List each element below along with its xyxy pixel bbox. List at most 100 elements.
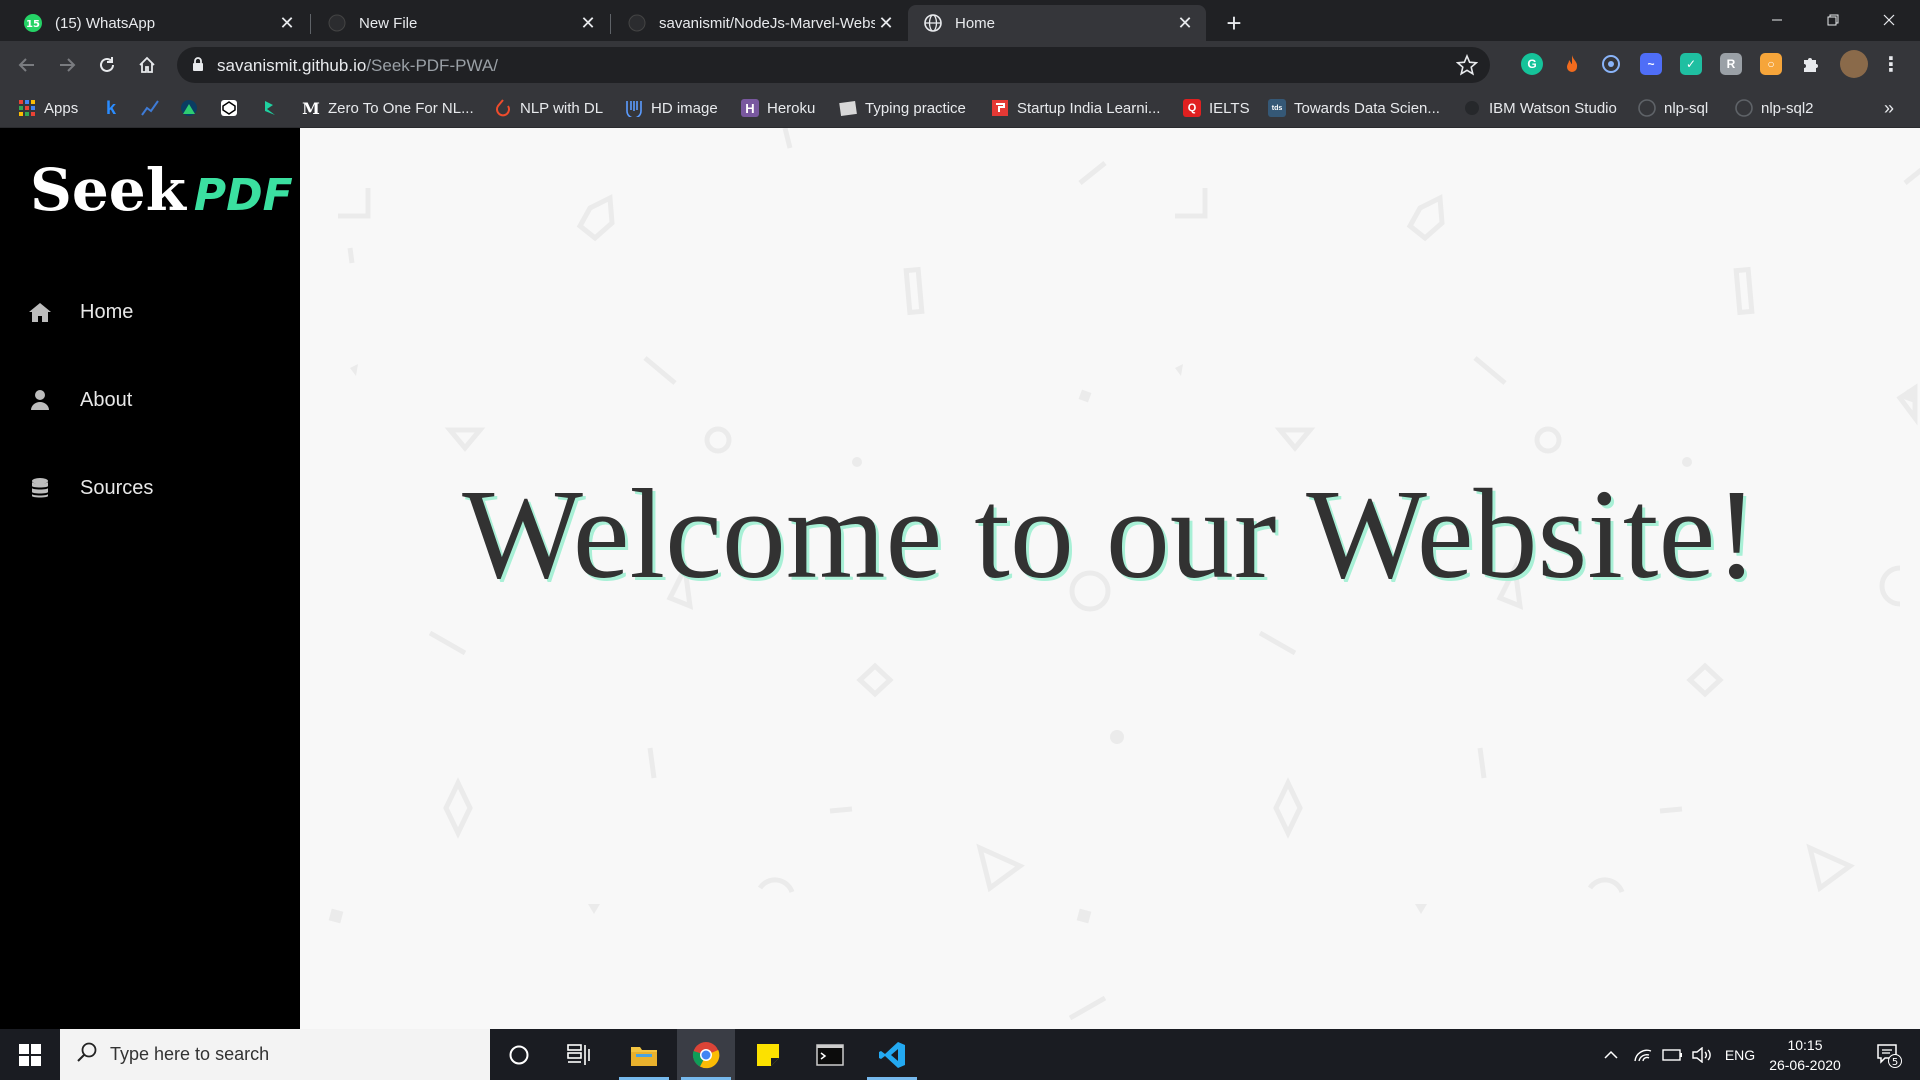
close-icon[interactable]: ✕ xyxy=(875,12,897,34)
logo-word: Seek xyxy=(30,156,186,224)
vscode-button[interactable] xyxy=(863,1029,921,1080)
tab-new-file[interactable]: New File ✕ xyxy=(312,5,609,41)
tab-github-marvel[interactable]: savanismit/NodeJs-Marvel-Webs ✕ xyxy=(612,5,907,41)
nav-item-home[interactable]: Home xyxy=(0,282,300,342)
wifi-icon[interactable] xyxy=(1628,1029,1658,1080)
tab-title: New File xyxy=(359,14,418,32)
bookmark-label: Typing practice xyxy=(865,99,966,117)
nav-item-about[interactable]: About xyxy=(0,370,300,430)
language-indicator[interactable]: ENG xyxy=(1720,1029,1760,1080)
forward-button[interactable] xyxy=(53,51,81,79)
tab-whatsapp[interactable]: 15 (15) WhatsApp ✕ xyxy=(8,5,308,41)
sidebar: Seek PDF Home About Sources xyxy=(0,128,300,1029)
tab-separator xyxy=(610,14,611,34)
messenger-extension-icon[interactable]: ~ xyxy=(1640,53,1662,75)
orange-extension-icon[interactable]: ○ xyxy=(1760,53,1782,75)
terminal-icon xyxy=(816,1043,844,1066)
bookmark-label: Heroku xyxy=(767,99,816,117)
puzzle-r-extension-icon[interactable]: R xyxy=(1720,53,1742,75)
bookmark-startup-india[interactable]: Startup India Learni... xyxy=(991,96,1160,120)
more-bookmarks-chevron-icon[interactable]: » xyxy=(1884,96,1894,120)
reload-button[interactable] xyxy=(93,51,121,79)
search-placeholder: Type here to search xyxy=(110,1044,270,1064)
bookmark-nlp-with-dl[interactable]: NLP with DL xyxy=(494,96,603,120)
home-button[interactable] xyxy=(133,51,161,79)
minimize-button[interactable] xyxy=(1754,0,1800,40)
bookmarks-bar: Apps k M Zero To One For NL... NLP with … xyxy=(0,88,1920,128)
battery-icon[interactable] xyxy=(1658,1029,1688,1080)
system-clock[interactable]: 10:15 26-06-2020 xyxy=(1760,1035,1850,1075)
bookmark-ielts[interactable]: Q IELTS xyxy=(1183,96,1250,120)
unsplash-icon xyxy=(625,99,643,117)
notifications-button[interactable]: 5 xyxy=(1866,1029,1912,1080)
clock-time: 10:15 xyxy=(1787,1037,1823,1053)
fire-extension-icon[interactable] xyxy=(1561,53,1583,75)
close-icon[interactable]: ✕ xyxy=(577,12,599,34)
url-path: /Seek-PDF-PWA/ xyxy=(366,56,498,75)
bookmark-heroku[interactable]: H Heroku xyxy=(741,96,815,120)
grammarly-icon[interactable]: G xyxy=(1521,53,1543,75)
bookmark-towards-data-science[interactable]: tds Towards Data Scien... xyxy=(1268,96,1440,120)
bookmark-arch[interactable] xyxy=(180,96,206,120)
bookmark-chart[interactable] xyxy=(141,96,167,120)
bookmark-label: NLP with DL xyxy=(520,99,604,117)
home-icon xyxy=(28,300,52,324)
folder-icon xyxy=(631,1046,657,1066)
cortana-button[interactable] xyxy=(490,1029,548,1080)
globe-icon xyxy=(923,13,943,33)
address-bar[interactable]: savanismit.github.io/Seek-PDF-PWA/ xyxy=(177,47,1490,83)
file-explorer-button[interactable] xyxy=(615,1029,673,1080)
database-icon xyxy=(28,476,52,500)
task-view-icon xyxy=(567,1043,590,1065)
bookmark-nlp-sql[interactable]: nlp-sql xyxy=(1638,96,1708,120)
bookmark-apps[interactable]: Apps xyxy=(18,96,78,120)
bookmark-label: Apps xyxy=(44,99,79,117)
bookmark-codepen[interactable] xyxy=(220,96,246,120)
user-icon xyxy=(28,388,52,412)
pytorch-icon xyxy=(494,99,512,117)
shield-check-icon[interactable]: ✓ xyxy=(1680,53,1702,75)
tab-home[interactable]: Home ✕ xyxy=(908,5,1206,41)
heroku-icon: H xyxy=(741,99,759,117)
site-logo[interactable]: Seek PDF xyxy=(30,156,293,224)
svg-text:15: 15 xyxy=(26,19,40,30)
bookmark-hd-image[interactable]: HD image xyxy=(625,96,718,120)
bookmark-leaf[interactable] xyxy=(261,96,287,120)
chrome-icon xyxy=(692,1041,720,1068)
github-icon xyxy=(1735,99,1753,117)
chrome-taskbar-button[interactable] xyxy=(677,1029,735,1080)
volume-icon[interactable] xyxy=(1688,1029,1718,1080)
menu-kebab-icon[interactable]: ⋮ xyxy=(1880,53,1902,76)
bookmark-zero-to-one[interactable]: M Zero To One For NL... xyxy=(302,96,473,120)
back-button[interactable] xyxy=(13,51,41,79)
start-button[interactable] xyxy=(0,1029,60,1080)
bookmark-typing-practice[interactable]: Typing practice xyxy=(839,96,966,120)
bookmark-star-icon[interactable] xyxy=(1455,53,1479,81)
ibm-icon xyxy=(1463,99,1481,117)
close-icon[interactable]: ✕ xyxy=(1174,12,1196,34)
welcome-headline: Welcome to our Website! xyxy=(462,463,1758,605)
bookmark-k[interactable]: k xyxy=(102,96,128,120)
bookmark-label: HD image xyxy=(651,99,718,117)
sticky-notes-button[interactable] xyxy=(739,1029,797,1080)
terminal-button[interactable] xyxy=(801,1029,859,1080)
new-tab-button[interactable]: + xyxy=(1220,8,1248,38)
bookmark-ibm-watson[interactable]: IBM Watson Studio xyxy=(1463,96,1617,120)
k-icon: k xyxy=(105,97,116,118)
close-icon[interactable]: ✕ xyxy=(276,12,298,34)
startup-icon xyxy=(991,99,1009,117)
task-view-button[interactable] xyxy=(550,1029,608,1080)
close-window-button[interactable] xyxy=(1866,0,1912,40)
lock-icon[interactable] xyxy=(191,56,205,77)
bookmark-nlp-sql2[interactable]: nlp-sql2 xyxy=(1735,96,1814,120)
nav-item-sources[interactable]: Sources xyxy=(0,458,300,518)
bookmark-label: nlp-sql xyxy=(1664,99,1709,117)
avatar[interactable] xyxy=(1840,50,1868,78)
browser-toolbar: savanismit.github.io/Seek-PDF-PWA/ G ~ ✓… xyxy=(0,41,1920,88)
show-hidden-icons-chevron-icon[interactable] xyxy=(1598,1029,1624,1080)
restore-button[interactable] xyxy=(1810,0,1856,40)
extensions-puzzle-icon[interactable] xyxy=(1800,53,1822,75)
globe-extension-icon[interactable] xyxy=(1600,53,1622,75)
bookmark-label: IELTS xyxy=(1209,99,1250,117)
taskbar-search-input[interactable]: Type here to search xyxy=(60,1029,490,1080)
